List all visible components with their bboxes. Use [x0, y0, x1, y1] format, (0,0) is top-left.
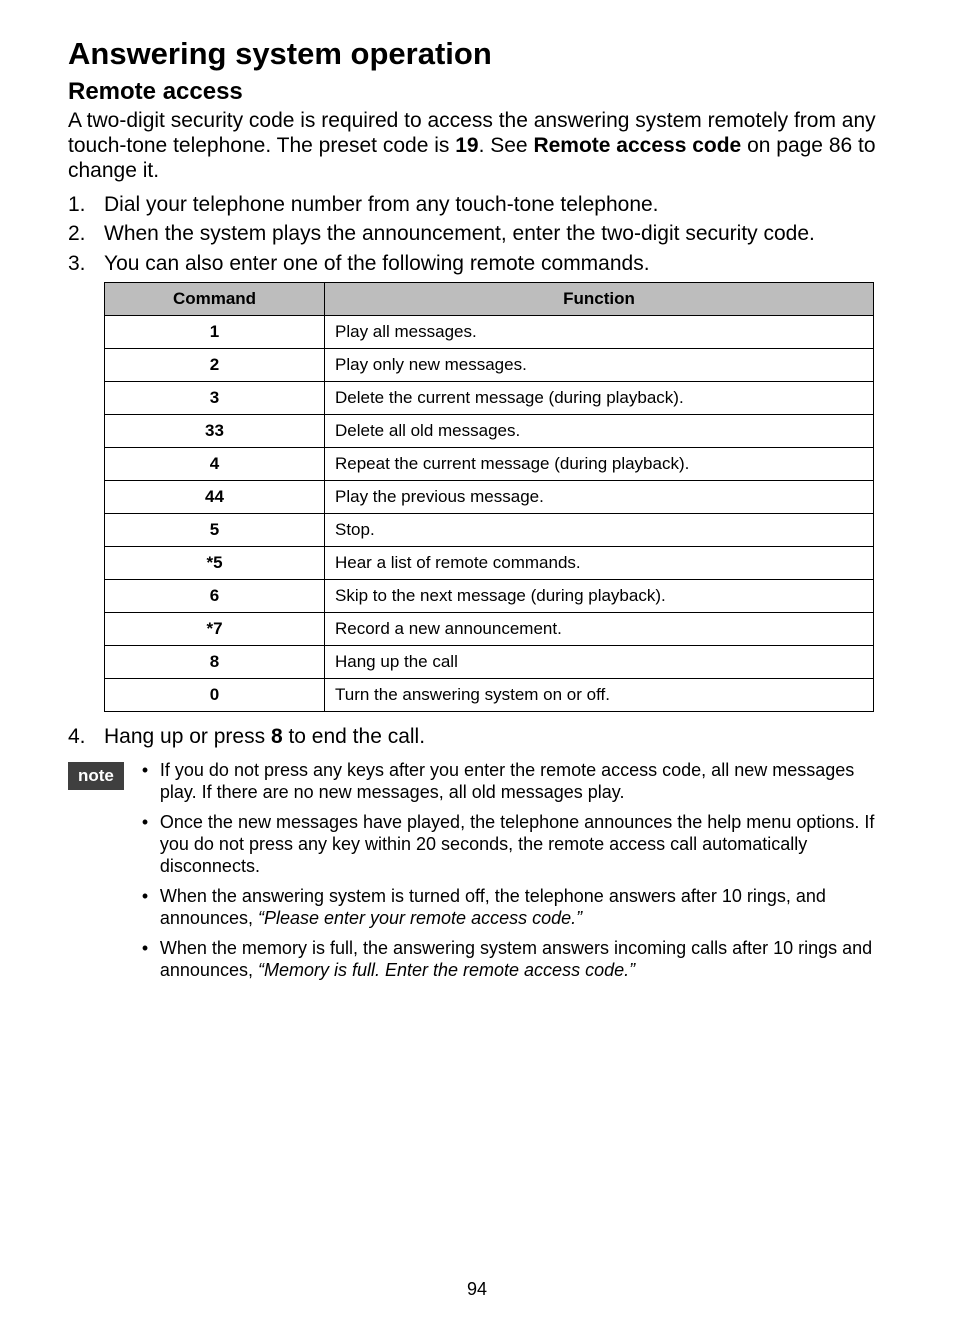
- table-header-row: Command Function: [105, 283, 874, 316]
- step-2-num: 2.: [68, 221, 86, 247]
- fn-cell: Delete the current message (during playb…: [325, 382, 874, 415]
- table-row: 6Skip to the next message (during playba…: [105, 580, 874, 613]
- fn-cell: Play the previous message.: [325, 481, 874, 514]
- cmd-cell: *7: [105, 613, 325, 646]
- table-row: *7Record a new announcement.: [105, 613, 874, 646]
- note-block: note If you do not press any keys after …: [68, 760, 886, 990]
- fn-cell: Delete all old messages.: [325, 415, 874, 448]
- note-item-2: Once the new messages have played, the t…: [138, 812, 886, 878]
- step-2-text: When the system plays the announcement, …: [104, 222, 815, 245]
- step-3-text: You can also enter one of the following …: [104, 252, 650, 275]
- step-1-num: 1.: [68, 192, 86, 218]
- step-3-num: 3.: [68, 251, 86, 277]
- intro-text-b: . See: [479, 134, 534, 157]
- cmd-cell: 0: [105, 679, 325, 712]
- note-item-3: When the answering system is turned off,…: [138, 886, 886, 930]
- table-row: *5Hear a list of remote commands.: [105, 547, 874, 580]
- table-row: 0Turn the answering system on or off.: [105, 679, 874, 712]
- cmd-cell: 4: [105, 448, 325, 481]
- cmd-cell: 8: [105, 646, 325, 679]
- step-1: 1. Dial your telephone number from any to…: [68, 192, 886, 218]
- intro-ref: Remote access code: [533, 134, 741, 157]
- fn-cell: Record a new announcement.: [325, 613, 874, 646]
- cmd-cell: 44: [105, 481, 325, 514]
- th-function: Function: [325, 283, 874, 316]
- table-row: 33Delete all old messages.: [105, 415, 874, 448]
- table-row: 8Hang up the call: [105, 646, 874, 679]
- cmd-cell: 1: [105, 316, 325, 349]
- cmd-cell: 33: [105, 415, 325, 448]
- fn-cell: Repeat the current message (during playb…: [325, 448, 874, 481]
- steps-list-cont: 4. Hang up or press 8 to end the call.: [68, 724, 886, 750]
- cmd-cell: 5: [105, 514, 325, 547]
- step-2: 2. When the system plays the announcement…: [68, 221, 886, 247]
- note-badge: note: [68, 762, 124, 790]
- cmd-cell: 6: [105, 580, 325, 613]
- cmd-cell: *5: [105, 547, 325, 580]
- table-row: 2Play only new messages.: [105, 349, 874, 382]
- fn-cell: Hear a list of remote commands.: [325, 547, 874, 580]
- step-4-key: 8: [271, 725, 283, 748]
- commands-table: Command Function 1Play all messages. 2Pl…: [104, 282, 874, 712]
- fn-cell: Turn the answering system on or off.: [325, 679, 874, 712]
- fn-cell: Hang up the call: [325, 646, 874, 679]
- table-row: 4Repeat the current message (during play…: [105, 448, 874, 481]
- note-item-1: If you do not press any keys after you e…: [138, 760, 886, 804]
- heading-main: Answering system operation: [68, 36, 886, 72]
- table-row: 3Delete the current message (during play…: [105, 382, 874, 415]
- table-row: 1Play all messages.: [105, 316, 874, 349]
- intro-code: 19: [455, 134, 478, 157]
- note-3-quote: “Please enter your remote access code.”: [258, 908, 582, 928]
- th-command: Command: [105, 283, 325, 316]
- page-number: 94: [0, 1279, 954, 1300]
- step-4: 4. Hang up or press 8 to end the call.: [68, 724, 886, 750]
- steps-list: 1. Dial your telephone number from any to…: [68, 192, 886, 277]
- fn-cell: Skip to the next message (during playbac…: [325, 580, 874, 613]
- fn-cell: Stop.: [325, 514, 874, 547]
- note-4-quote: “Memory is full. Enter the remote access…: [258, 960, 635, 980]
- step-3: 3. You can also enter one of the followin…: [68, 251, 886, 277]
- step-4-num: 4.: [68, 724, 86, 750]
- note-item-4: When the memory is full, the answering s…: [138, 938, 886, 982]
- fn-cell: Play only new messages.: [325, 349, 874, 382]
- fn-cell: Play all messages.: [325, 316, 874, 349]
- heading-sub: Remote access: [68, 78, 886, 106]
- step-4-text-a: Hang up or press: [104, 725, 271, 748]
- note-list: If you do not press any keys after you e…: [138, 760, 886, 990]
- step-4-text-b: to end the call.: [283, 725, 425, 748]
- step-1-text: Dial your telephone number from any touc…: [104, 193, 659, 216]
- cmd-cell: 2: [105, 349, 325, 382]
- table-row: 44Play the previous message.: [105, 481, 874, 514]
- cmd-cell: 3: [105, 382, 325, 415]
- table-row: 5Stop.: [105, 514, 874, 547]
- intro-paragraph: A two-digit security code is required to…: [68, 108, 886, 184]
